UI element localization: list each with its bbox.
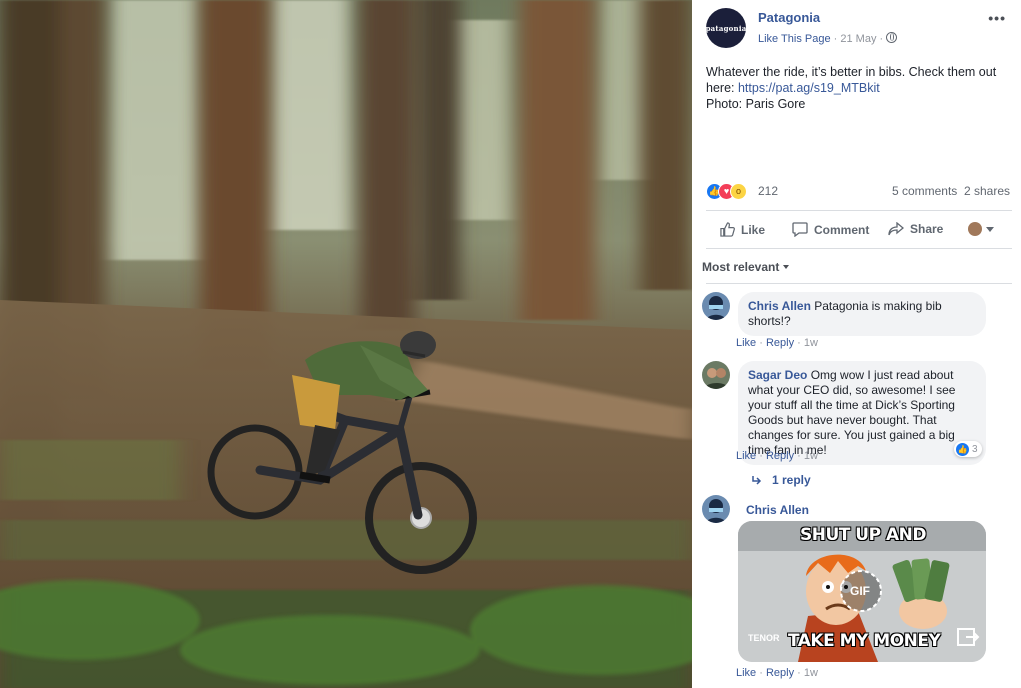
post-photo[interactable] [0, 0, 692, 688]
comment-time[interactable]: 1w [804, 337, 818, 349]
post-date[interactable]: 21 May [840, 33, 876, 45]
comment-author[interactable]: Sagar Deo [748, 368, 807, 382]
comment-reaction-count: 3 [972, 443, 978, 455]
comment-actions: Like · Reply · 1w [736, 450, 818, 462]
comment-actions: Like · Reply · 1w [736, 667, 818, 679]
post-photo-credit: Photo: Paris Gore [706, 97, 806, 111]
comment-icon [792, 222, 808, 237]
globe-icon [886, 32, 898, 43]
post-meta: Like This Page · 21 May · [758, 32, 898, 45]
post-header: patagonia Patagonia Like This Page · 21 … [706, 8, 1006, 48]
comment-actions: Like · Reply · 1w [736, 337, 818, 349]
reaction-count[interactable]: 212 [758, 184, 778, 198]
post-link[interactable]: https://pat.ag/s19_MTBkit [738, 81, 880, 95]
replies-count: 1 reply [772, 473, 811, 487]
gif-bottom-caption: TAKE MY MONEY [788, 631, 941, 651]
gif-top-caption: SHUT UP AND [800, 525, 926, 545]
comment-author[interactable]: Chris Allen [746, 503, 809, 517]
thumbs-up-icon [720, 222, 735, 237]
gif-attachment[interactable]: SHUT UP AND TAKE MY MONEY GIF TENOR [738, 521, 986, 662]
comment-reaction-badge[interactable]: 👍 3 [954, 441, 982, 457]
avatar[interactable] [702, 361, 730, 389]
avatar[interactable] [702, 495, 730, 523]
chevron-down-icon [783, 265, 790, 269]
like-this-page-link[interactable]: Like This Page [758, 33, 831, 45]
mountain-biker-photo [0, 0, 692, 688]
share-label: Share [910, 222, 944, 236]
chevron-down-icon [986, 226, 994, 232]
gif-badge: GIF [850, 584, 870, 598]
meta-separator: · [879, 33, 887, 45]
comment-like-link[interactable]: Like [736, 450, 756, 462]
divider [706, 248, 1012, 249]
comment-reply-link[interactable]: Reply [766, 337, 794, 349]
comment-bubble: Chris Allen Patagonia is making bib shor… [738, 292, 986, 336]
like-icon: 👍 [956, 442, 969, 456]
comment-reply-link[interactable]: Reply [766, 667, 794, 679]
share-button[interactable]: Share [888, 222, 943, 236]
comments-count[interactable]: 5 comments [892, 184, 957, 198]
comment-label: Comment [814, 222, 870, 237]
avatar[interactable] [702, 292, 730, 320]
page-name[interactable]: Patagonia [758, 10, 820, 25]
page-avatar[interactable]: patagonia [706, 8, 746, 48]
post-text: Whatever the ride, it’s better in bibs. … [706, 64, 1010, 112]
sort-label: Most relevant [702, 260, 780, 274]
like-button[interactable]: Like [720, 222, 765, 237]
comment-time[interactable]: 1w [804, 667, 818, 679]
post-stats: 5 comments 2 shares [892, 184, 1010, 198]
react-as-selector[interactable] [968, 222, 994, 236]
comment-reply-link[interactable]: Reply [766, 450, 794, 462]
patagonia-logo: patagonia [706, 23, 746, 33]
view-replies-link[interactable]: 1 reply [752, 473, 811, 487]
reaction-icons[interactable]: 👍 ♥ o [706, 183, 747, 201]
wow-icon: o [730, 183, 747, 200]
tenor-logo: TENOR [748, 633, 780, 643]
post-actions: Like Comment Share [706, 218, 1012, 242]
comment-button[interactable]: Comment [792, 222, 869, 237]
comment-like-link[interactable]: Like [736, 667, 756, 679]
reply-arrow-icon [752, 475, 762, 485]
comment-time[interactable]: 1w [804, 450, 818, 462]
divider [706, 283, 1012, 284]
comment-like-link[interactable]: Like [736, 337, 756, 349]
comments-sort-dropdown[interactable]: Most relevant [702, 260, 790, 274]
like-label: Like [741, 222, 766, 237]
divider [706, 210, 1012, 211]
more-options-icon[interactable]: ••• [988, 10, 1006, 26]
shares-count[interactable]: 2 shares [964, 184, 1010, 198]
reactions-bar: 👍 ♥ o 212 5 comments 2 shares [706, 183, 1010, 201]
comment-author[interactable]: Chris Allen [748, 299, 811, 313]
share-arrow-icon [888, 222, 904, 236]
avatar [968, 222, 982, 236]
